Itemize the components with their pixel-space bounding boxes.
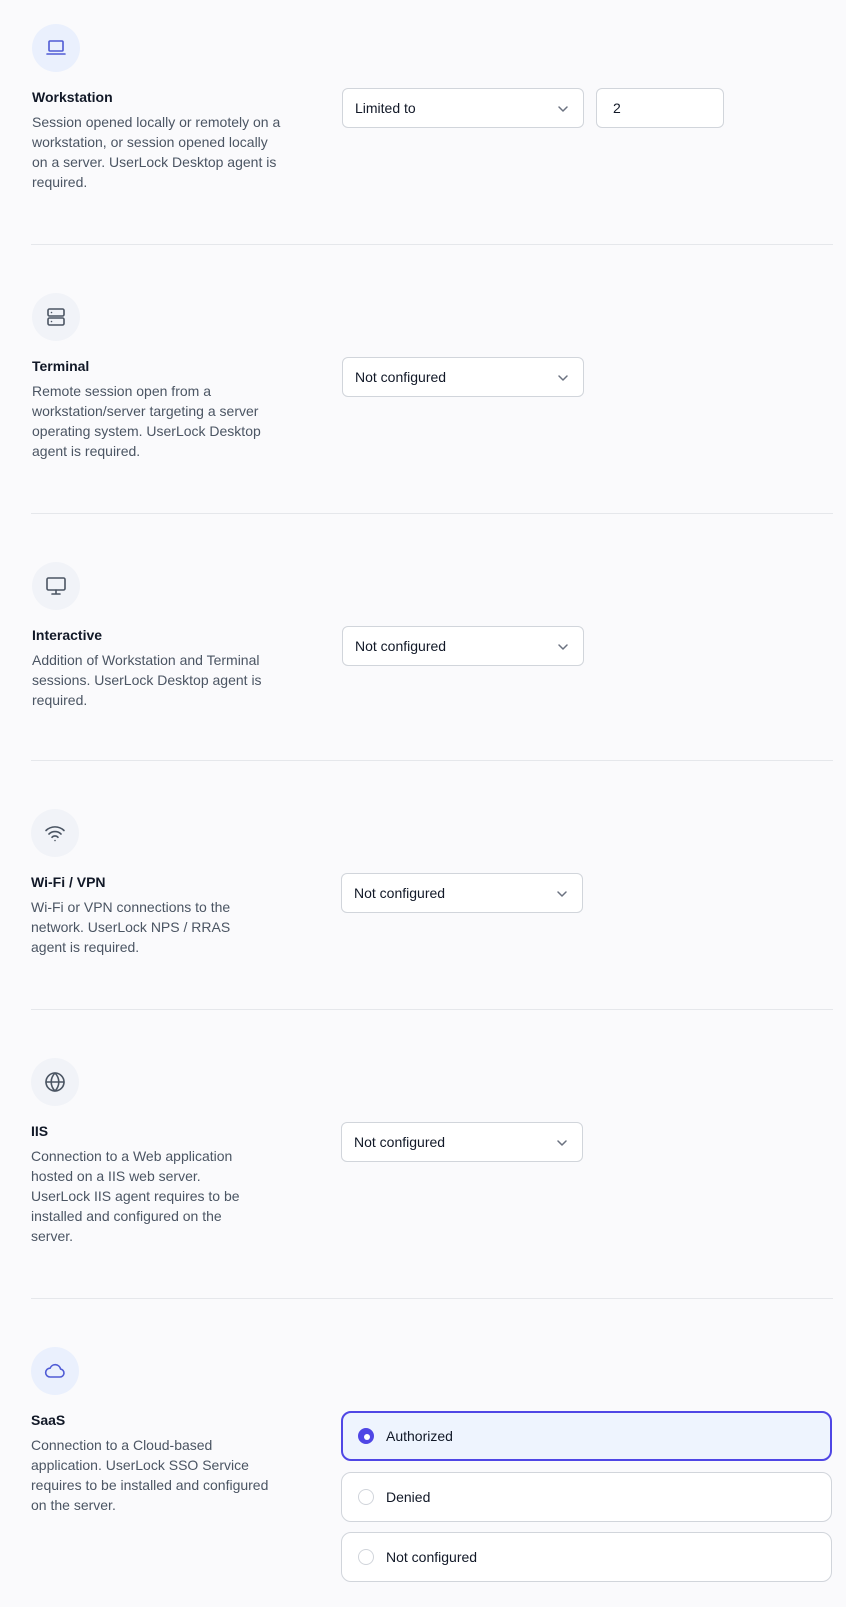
divider <box>31 1298 833 1299</box>
wifi-vpn-session-select[interactable]: Not configured <box>341 873 583 913</box>
divider <box>31 244 833 245</box>
iis-title: IIS <box>31 1123 49 1139</box>
chevron-down-icon <box>558 644 568 650</box>
terminal-title: Terminal <box>32 358 90 374</box>
radio-option-label: Authorized <box>386 1428 453 1444</box>
interactive-title: Interactive <box>32 627 103 643</box>
saas-title: SaaS <box>31 1412 66 1428</box>
wifi-icon <box>31 809 79 857</box>
chevron-down-icon <box>557 891 567 897</box>
iis-select-value: Not configured <box>354 1134 446 1150</box>
terminal-session-select[interactable]: Not configured <box>342 357 584 397</box>
divider <box>31 760 833 761</box>
divider <box>31 1009 833 1010</box>
interactive-session-select[interactable]: Not configured <box>342 626 584 666</box>
chevron-down-icon <box>558 375 568 381</box>
cloud-icon <box>31 1347 79 1395</box>
saas-description: Connection to a Cloud-based application.… <box>31 1437 269 1513</box>
server-icon <box>32 293 80 341</box>
radio-option-label: Not configured <box>386 1549 478 1565</box>
interactive-select-value: Not configured <box>355 638 447 654</box>
wifi-vpn-description: Wi-Fi or VPN connections to the network.… <box>31 899 231 955</box>
terminal-select-value: Not configured <box>355 369 447 385</box>
interactive-description: Addition of Workstation and Terminal ses… <box>32 652 262 708</box>
radio-option-label: Denied <box>386 1489 431 1505</box>
iis-session-select[interactable]: Not configured <box>341 1122 583 1162</box>
workstation-session-select[interactable]: Limited to <box>342 88 584 128</box>
terminal-description: Remote session open from a workstation/s… <box>32 383 261 459</box>
globe-icon <box>31 1058 79 1106</box>
laptop-icon <box>32 24 80 72</box>
workstation-description: Session opened locally or remotely on a … <box>32 114 281 190</box>
workstation-select-value: Limited to <box>355 100 416 116</box>
iis-description: Connection to a Web application hosted o… <box>31 1148 240 1244</box>
radio-option-authorized[interactable]: Authorized <box>341 1411 832 1461</box>
monitor-icon <box>32 562 80 610</box>
radio-button[interactable] <box>358 1549 374 1565</box>
chevron-down-icon <box>558 106 568 112</box>
chevron-down-icon <box>557 1140 567 1146</box>
divider <box>31 513 833 514</box>
workstation-limit-input[interactable] <box>596 88 724 128</box>
radio-button[interactable] <box>358 1428 374 1444</box>
radio-button[interactable] <box>358 1489 374 1505</box>
wifi-vpn-title: Wi-Fi / VPN <box>31 874 106 890</box>
workstation-title: Workstation <box>32 89 113 105</box>
radio-option-denied[interactable]: Denied <box>341 1472 832 1522</box>
radio-option-not-configured[interactable]: Not configured <box>341 1532 832 1582</box>
wifi-vpn-select-value: Not configured <box>354 885 446 901</box>
